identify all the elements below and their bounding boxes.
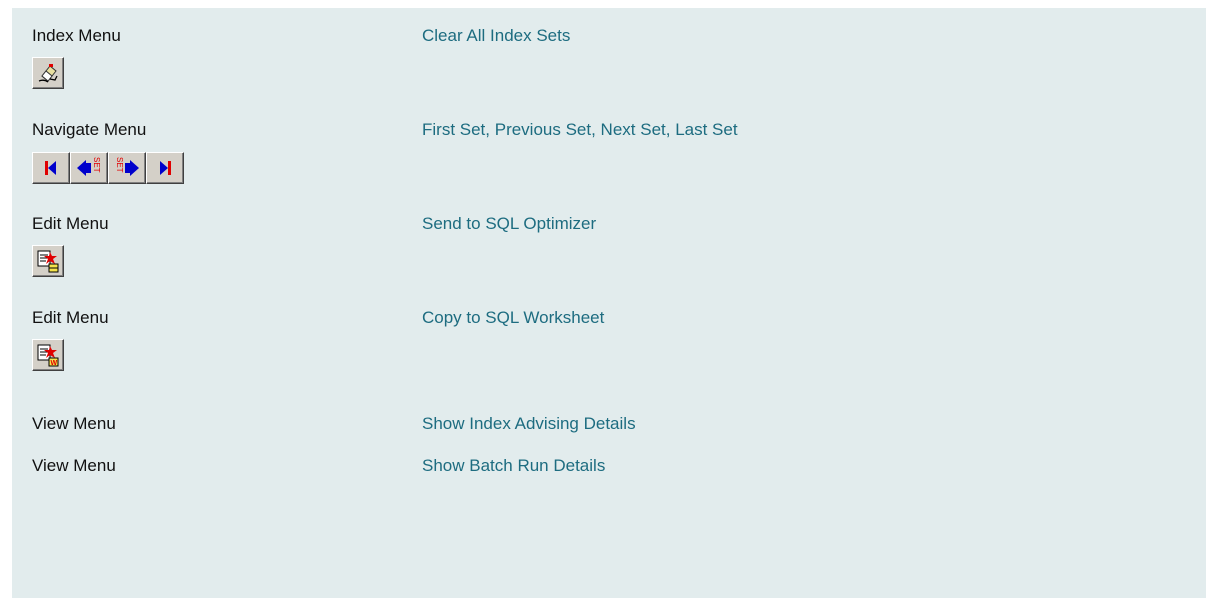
previous-set-icon: SET [77, 157, 101, 176]
next-set-button[interactable]: SET [108, 152, 146, 184]
menu-name: Edit Menu [32, 214, 109, 233]
next-set-icon: SET [115, 157, 139, 176]
set-glyph: SET [92, 157, 101, 173]
send-to-sql-optimizer-button[interactable] [32, 245, 64, 277]
last-set-icon [160, 161, 171, 175]
set-navigation-commands[interactable]: First Set, Previous Set, Next Set, Last … [422, 120, 738, 140]
worksheet-glyph: W [51, 360, 58, 367]
send-to-sql-optimizer-command[interactable]: Send to SQL Optimizer [422, 214, 596, 234]
eraser-icon [38, 64, 58, 83]
copy-to-worksheet-icon: W [37, 344, 59, 367]
show-batch-run-details-command[interactable]: Show Batch Run Details [422, 456, 605, 476]
toolbar-reference-panel: Index Menu Clear All Index Sets Navigate… [12, 8, 1206, 598]
menu-name: View Menu [32, 414, 116, 433]
clear-all-index-sets-button[interactable] [32, 57, 64, 89]
set-glyph: SET [115, 157, 124, 173]
menu-name: Navigate Menu [32, 120, 147, 139]
clear-all-index-sets-command[interactable]: Clear All Index Sets [422, 26, 570, 46]
menu-name: Index Menu [32, 26, 121, 45]
send-to-optimizer-icon [37, 250, 59, 273]
menu-name: View Menu [32, 456, 116, 475]
first-set-button[interactable] [32, 152, 70, 184]
first-set-icon [45, 161, 56, 175]
copy-to-sql-worksheet-button[interactable]: W [32, 339, 64, 371]
copy-to-sql-worksheet-command[interactable]: Copy to SQL Worksheet [422, 308, 604, 328]
menu-name: Edit Menu [32, 308, 109, 327]
show-index-advising-details-command[interactable]: Show Index Advising Details [422, 414, 636, 434]
previous-set-button[interactable]: SET [70, 152, 108, 184]
last-set-button[interactable] [146, 152, 184, 184]
